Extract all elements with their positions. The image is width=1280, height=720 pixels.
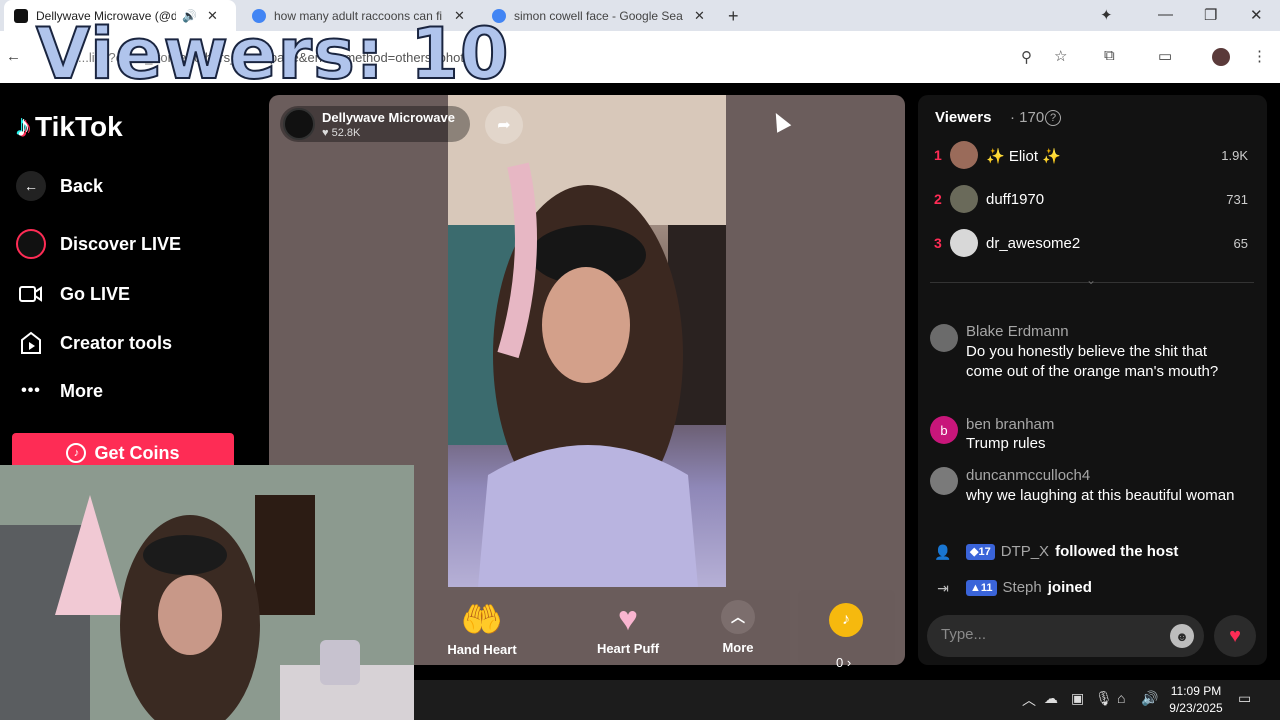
more-gifts-button[interactable]: ︿ More (715, 600, 761, 655)
level-badge: ◆ 17 (966, 543, 995, 560)
chevron-up-icon: ︿ (721, 600, 755, 634)
viewers-count: · 170 (1010, 109, 1045, 126)
clock[interactable]: 11:09 PM 9/23/2025 (1166, 683, 1226, 717)
profile-avatar[interactable] (1212, 48, 1230, 66)
chevron-down-icon[interactable]: ⌄ (1086, 273, 1096, 287)
tray-chevron-up-icon[interactable]: ︿ (1022, 690, 1036, 710)
new-tab-icon[interactable]: + (728, 6, 739, 27)
chat-input[interactable] (941, 626, 1141, 643)
join-icon: ⇥ (937, 579, 949, 596)
avatar[interactable]: b (930, 416, 958, 444)
close-tab-icon[interactable]: ✕ (694, 8, 705, 24)
avatar[interactable] (930, 467, 958, 495)
emoji-icon[interactable]: ☻ (1170, 624, 1194, 648)
menu-dots-icon[interactable]: ⋮ (1252, 47, 1267, 65)
live-video[interactable] (448, 95, 726, 587)
top-viewer-score: 731 (1226, 192, 1248, 207)
video-camera-icon (16, 279, 46, 309)
tiktok-coin-icon: ♪ (829, 603, 863, 637)
heart-icon: ♥ (1229, 624, 1241, 647)
avatar[interactable] (950, 185, 978, 213)
coin-icon: ♪ (66, 443, 87, 463)
rank-number: 1 (934, 147, 942, 163)
host-likes: ♥ 52.8K (322, 127, 361, 139)
stream-viewers-overlay: Viewers: 10 (35, 13, 510, 95)
more-dots-icon: ••• (21, 382, 41, 399)
restore-icon[interactable]: ❐ (1204, 6, 1217, 24)
help-icon[interactable]: ? (1045, 110, 1061, 126)
top-viewer-score: 1.9K (1221, 148, 1248, 163)
chat-username[interactable]: ben branham (966, 416, 1054, 433)
tiktok-logo[interactable]: ♪ TikTok (16, 110, 123, 144)
top-viewer-name[interactable]: duff1970 (986, 191, 1044, 208)
top-viewer-score: 65 (1233, 236, 1248, 251)
device-icon[interactable]: ▣ (1071, 690, 1084, 707)
close-window-icon[interactable]: ✕ (1250, 6, 1263, 24)
tab-simon-cowell[interactable]: simon cowell face - Google Sea ✕ (482, 0, 714, 31)
chat-username[interactable]: duncanmcculloch4 (966, 467, 1090, 484)
avatar[interactable] (930, 324, 958, 352)
back-arrow-icon: ← (16, 171, 46, 201)
like-heart-button[interactable]: ♥ (1214, 615, 1256, 657)
microphone-icon[interactable]: 🎙 (1095, 690, 1113, 707)
rank-number: 2 (934, 191, 942, 207)
host-avatar[interactable] (283, 108, 315, 140)
video-frame (448, 95, 726, 587)
coin-balance[interactable]: 0 › (836, 655, 851, 670)
sidebar-item-go-live[interactable]: Go LIVE (16, 279, 130, 309)
volume-icon[interactable]: 🔊 (1141, 690, 1158, 707)
tiktok-favicon-icon (14, 8, 28, 23)
share-arrow-icon: ➦ (497, 117, 511, 134)
tiktok-note-icon: ♪ (16, 110, 31, 143)
viewers-title: Viewers (935, 109, 992, 126)
back-nav-icon[interactable]: ← (6, 48, 21, 65)
share-button[interactable]: ➦ (485, 106, 523, 144)
live-avatar-icon (16, 229, 46, 259)
avatar[interactable] (950, 229, 978, 257)
gift-hand-heart[interactable]: 🤲 Hand Heart (422, 600, 542, 657)
extensions-icon[interactable]: ⧉ (1104, 47, 1115, 64)
network-icon[interactable]: ⌂ (1117, 690, 1125, 706)
avatar[interactable] (950, 141, 978, 169)
follow-icon: 👤 (934, 543, 952, 560)
bookmark-star-icon[interactable]: ☆ (1054, 47, 1067, 65)
webcam-overlay (0, 465, 414, 720)
chat-message-text: Do you honestly believe the shit that co… (966, 343, 1219, 380)
gift-heart-puff[interactable]: ♥ Heart Puff (568, 600, 688, 656)
cast-icon[interactable]: ▭ (1158, 47, 1172, 65)
zoom-icon[interactable]: ⚲ (1021, 48, 1032, 66)
gemini-icon[interactable]: ✦ (1100, 6, 1113, 24)
event-followed: ◆ 17 DTP_X followed the host (966, 543, 1178, 560)
chat-username[interactable]: Blake Erdmann (966, 323, 1069, 340)
creator-tools-icon (16, 328, 46, 358)
heart-small-icon: ♥ (322, 127, 329, 139)
host-name[interactable]: Dellywave Microwave (322, 110, 455, 125)
sidebar-item-more[interactable]: ••• More (16, 376, 103, 406)
top-viewer-name[interactable]: ✨ Eliot ✨ (986, 147, 1061, 165)
chat-message-text: Trump rules (966, 435, 1046, 452)
sidebar-item-back[interactable]: ← Back (16, 171, 103, 201)
sidebar-item-discover-live[interactable]: Discover LIVE (16, 229, 181, 259)
top-viewer-name[interactable]: dr_awesome2 (986, 235, 1080, 252)
heart-puff-icon: ♥ (617, 600, 639, 638)
cloud-icon[interactable]: ☁ (1044, 690, 1058, 707)
notifications-icon[interactable]: ▭ (1238, 690, 1251, 707)
sidebar-item-creator-tools[interactable]: Creator tools (16, 328, 172, 358)
chat-message-text: why we laughing at this beautiful woman (966, 487, 1235, 504)
level-badge: ▲ 11 (966, 579, 997, 596)
minimize-icon[interactable]: — (1158, 6, 1173, 23)
rank-number: 3 (934, 235, 942, 251)
webcam-frame (0, 465, 414, 720)
event-joined: ▲ 11 Steph joined (966, 579, 1092, 596)
hand-heart-icon: 🤲 (460, 601, 504, 639)
